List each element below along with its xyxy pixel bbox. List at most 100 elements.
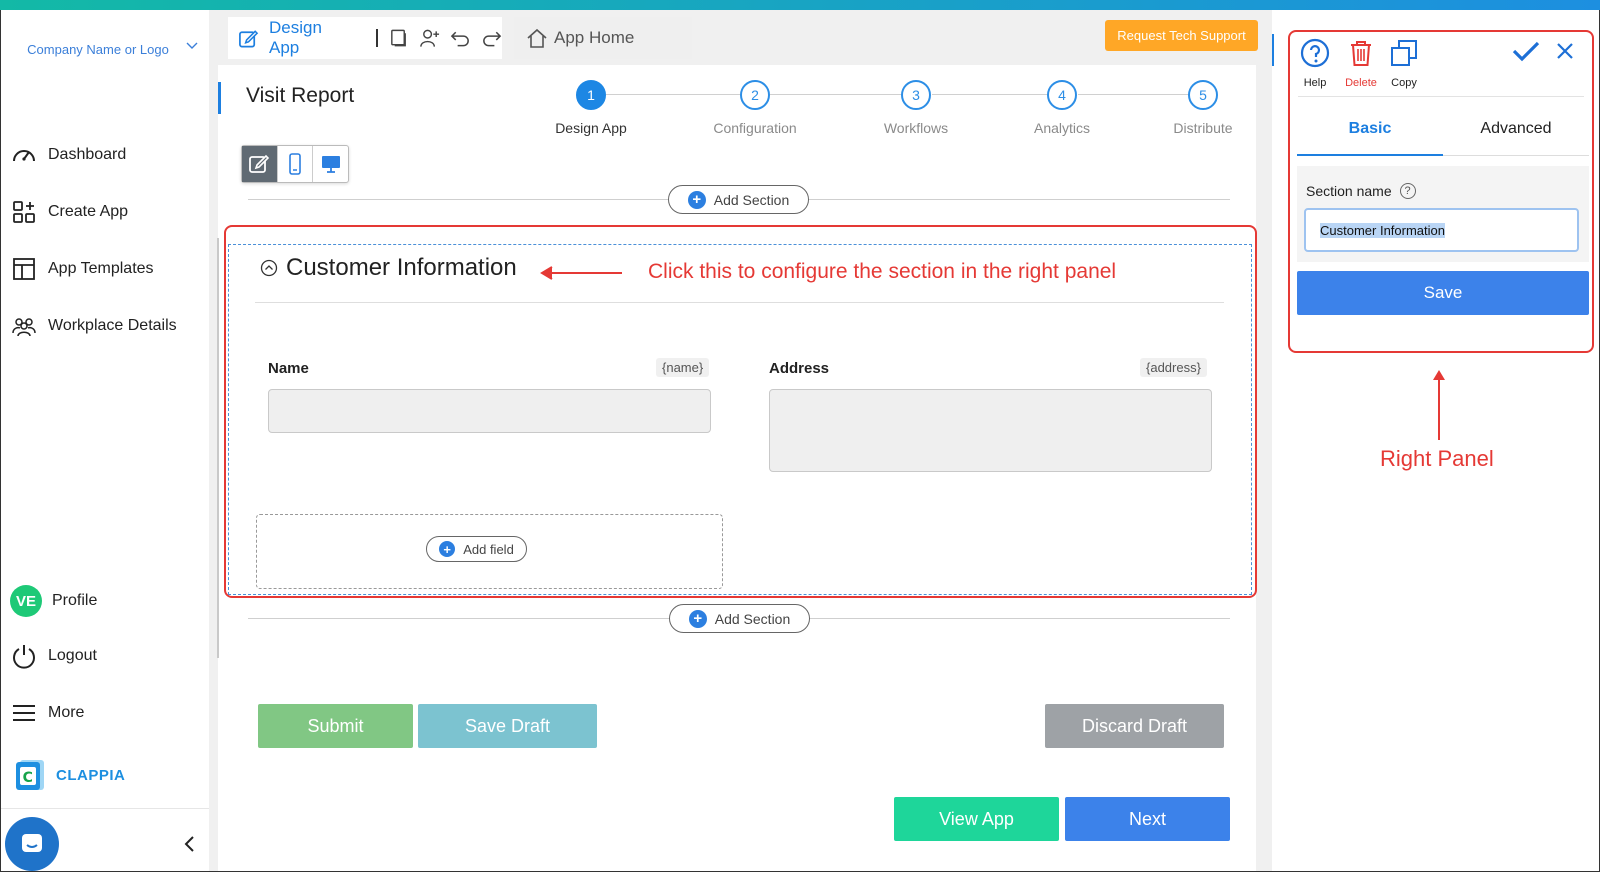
field-tag-name: {name} [656,358,710,377]
next-button[interactable]: Next [1065,797,1230,841]
step-distribute[interactable]: 5 Distribute [1138,80,1268,136]
desktop-preview-button[interactable] [313,146,348,182]
request-tech-support-button[interactable]: Request Tech Support [1105,20,1258,51]
menu-icon [10,699,38,727]
view-app-button[interactable]: View App [894,797,1059,841]
step-configuration[interactable]: 2 Configuration [690,80,820,136]
sidebar-item-profile[interactable]: VE Profile [10,584,97,618]
brand-name: CLAPPIA [56,766,126,784]
power-icon [10,642,38,670]
arrow-left-icon [540,266,622,280]
sidebar-item-create-app[interactable]: Create App [10,198,128,226]
sidebar-item-label: More [48,704,85,721]
add-section-label: Add Section [714,610,791,627]
annotation-text: Click this to configure the section in t… [648,260,1117,283]
help-icon [1300,38,1330,68]
discard-draft-button[interactable]: Discard Draft [1045,704,1224,748]
add-user-icon[interactable] [419,27,440,49]
title-accent [218,82,221,114]
device-toggle [241,145,349,183]
submit-button[interactable]: Submit [258,704,413,748]
top-accent-bar [0,0,1600,10]
step-analytics[interactable]: 4 Analytics [997,80,1127,136]
desktop-icon [321,156,340,173]
section-name-label: Section name ? [1306,183,1416,199]
add-section-button[interactable]: + Add Section [669,604,810,633]
help-icon[interactable]: ? [1399,183,1416,199]
add-section-button[interactable]: + Add Section [668,185,809,214]
mobile-preview-button[interactable] [278,146,314,182]
chat-support-button[interactable] [5,817,59,871]
arrow-up-icon [1433,370,1445,440]
step-number: 3 [901,80,931,110]
sidebar-item-label: Create App [48,203,129,220]
divider [1298,96,1584,97]
edit-mode-button[interactable] [242,146,278,182]
sidebar [1,10,209,872]
step-number: 5 [1188,80,1218,110]
redo-icon[interactable] [481,27,502,49]
section-name-label-text: Section name [1306,183,1392,199]
users-icon [10,312,38,340]
section-title: Customer Information [286,254,517,281]
section-name-input[interactable]: Customer Information [1304,208,1579,252]
close-icon[interactable] [1556,42,1574,60]
panel-accent [1272,34,1274,66]
collapse-sidebar-icon[interactable] [180,834,200,854]
chevron-down-icon[interactable] [185,38,199,52]
checkmark-icon[interactable] [1512,40,1540,62]
svg-text:C: C [23,770,34,786]
copy-button[interactable]: Copy [1380,38,1428,89]
sidebar-item-dashboard[interactable]: Dashboard [10,141,126,169]
gutter [1256,10,1272,872]
add-field-label: Add field [463,541,514,557]
template-icon [10,255,38,283]
sidebar-item-app-templates[interactable]: App Templates [10,255,154,283]
add-section-label: Add Section [713,191,790,208]
add-field-button[interactable]: + Add field [426,536,527,562]
copy-icon[interactable] [388,27,409,49]
step-label: Design App [555,120,627,136]
help-button[interactable]: Help [1291,38,1339,89]
sidebar-item-label: Workplace Details [48,317,177,334]
step-label: Distribute [1173,120,1233,136]
name-input[interactable] [268,389,711,433]
home-icon [527,28,547,48]
step-label: Analytics [1033,120,1091,136]
field-tag-address: {address} [1140,358,1207,377]
tab-label: Design App [269,18,322,57]
sidebar-item-more[interactable]: More [10,699,84,727]
company-name[interactable]: Company Name or Logo [20,38,176,61]
step-number: 1 [576,80,606,110]
address-input[interactable] [769,389,1212,472]
plus-icon: + [688,609,707,628]
page-title: Visit Report [246,84,355,107]
section-header[interactable]: Customer Information [260,254,517,282]
scrollbar[interactable] [217,238,219,658]
chat-icon [22,834,42,852]
sidebar-item-label: Dashboard [48,146,127,163]
tab-design-app[interactable]: Design App [228,17,502,59]
plus-icon: + [439,541,456,557]
mobile-icon [289,153,301,175]
collapse-icon[interactable] [260,259,278,277]
step-workflows[interactable]: 3 Workflows [851,80,981,136]
undo-icon[interactable] [450,27,471,49]
save-draft-button[interactable]: Save Draft [418,704,597,748]
trash-icon [1351,41,1371,66]
help-label: Help [1303,77,1327,89]
step-number: 2 [740,80,770,110]
step-design-app[interactable]: 1 Design App [526,80,656,136]
sidebar-item-workplace-details[interactable]: Workplace Details [10,312,177,340]
tab-basic[interactable]: Basic [1297,120,1443,156]
tab-advanced[interactable]: Advanced [1443,120,1589,156]
sidebar-item-label: Profile [52,592,98,609]
delete-button[interactable]: Delete [1337,38,1385,89]
sidebar-item-logout[interactable]: Logout [10,642,97,670]
copy-icon [1391,40,1417,66]
tab-app-home[interactable]: App Home [514,17,692,59]
delete-label: Delete [1345,77,1377,89]
gauge-icon [10,141,38,169]
save-button[interactable]: Save [1297,271,1589,315]
divider [376,29,378,47]
